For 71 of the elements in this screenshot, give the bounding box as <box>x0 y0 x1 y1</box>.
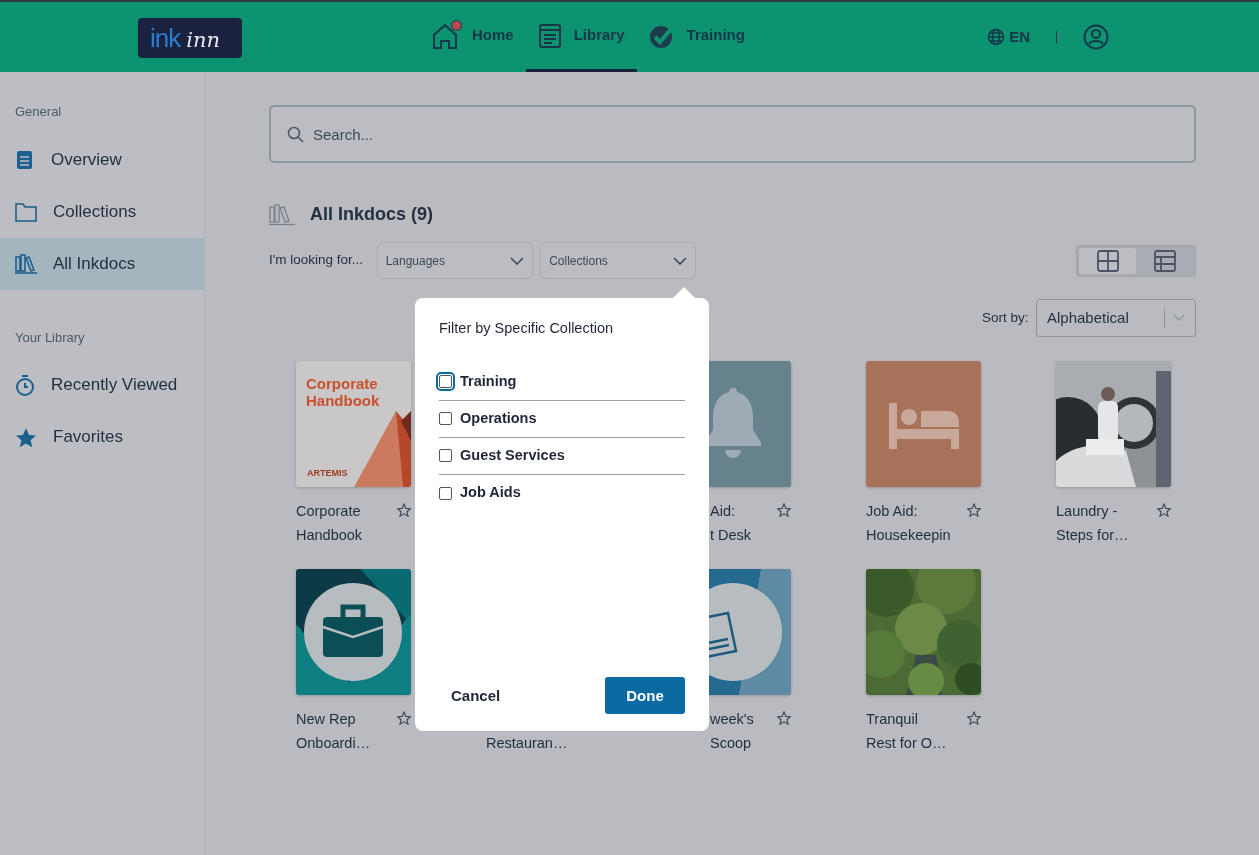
card-title[interactable]: week's <box>710 707 754 731</box>
filter-label: I'm looking for... <box>269 251 364 270</box>
card-title[interactable]: Rest for O… <box>866 731 947 755</box>
card-title[interactable]: t Desk <box>710 523 752 547</box>
checkbox-option[interactable]: Operations <box>439 400 685 438</box>
card-title[interactable]: Aid: <box>710 499 752 523</box>
sidebar-item[interactable]: Overview <box>0 133 204 186</box>
star-icon[interactable] <box>777 503 791 517</box>
chevron-icon <box>509 256 524 265</box>
briefcase-icon <box>304 583 402 681</box>
star-icon <box>15 426 37 448</box>
checkbox[interactable] <box>439 375 452 389</box>
checkbox-option[interactable]: Job Aids <box>439 474 685 512</box>
chevron-icon <box>673 256 688 265</box>
card-title[interactable]: New Rep <box>296 707 371 731</box>
document-icon <box>537 22 562 49</box>
books-icon <box>15 253 37 274</box>
sort-select[interactable]: Alphabetical <box>1036 299 1196 337</box>
sidebar-item[interactable]: Recently Viewed <box>0 359 204 411</box>
card-title[interactable]: Handbook <box>296 523 363 547</box>
logo[interactable]: ink inn <box>138 18 242 58</box>
card-title[interactable]: Job Aid: <box>866 499 951 523</box>
user-icon[interactable] <box>1083 24 1109 50</box>
table-icon <box>1153 249 1176 272</box>
star-icon[interactable] <box>967 503 981 517</box>
card-title[interactable]: Restauran… <box>486 731 568 755</box>
card-title[interactable]: Housekeepin <box>866 523 951 547</box>
cover-thumbnail[interactable] <box>866 361 981 487</box>
folder-icon <box>15 201 37 222</box>
cover-title: Corporate Handbook <box>306 375 381 409</box>
checkbox[interactable] <box>439 412 452 426</box>
star-icon[interactable] <box>777 711 791 725</box>
book-icon <box>15 149 35 170</box>
sidebar-item[interactable]: Collections <box>0 185 204 238</box>
bed-icon <box>889 403 959 449</box>
sort-label: Sort by: <box>981 308 1029 327</box>
grid-view-button[interactable] <box>1079 247 1136 274</box>
cover-brand: ARTEMIS <box>307 466 348 480</box>
stopwatch-icon <box>15 374 35 396</box>
checkbox-option[interactable]: Training <box>439 363 685 401</box>
section-heading: General <box>14 103 63 121</box>
filter-dropdown[interactable]: Languages <box>376 242 533 279</box>
checkbox-option[interactable]: Guest Services <box>439 437 685 475</box>
search-field[interactable]: Search... <box>269 105 1196 163</box>
books-icon <box>269 203 295 226</box>
cover-thumbnail[interactable]: Corporate Handbook ARTEMIS <box>296 361 411 487</box>
popover-title: Filter by Specific Collection <box>439 319 615 338</box>
star-icon[interactable] <box>967 711 981 725</box>
star-icon[interactable] <box>1157 503 1171 517</box>
page-heading: All Inkdocs (9) <box>310 203 434 226</box>
card-title[interactable]: Steps for… <box>1056 523 1129 547</box>
chevron-icon <box>1173 314 1185 322</box>
star-icon[interactable] <box>397 711 411 725</box>
star-icon[interactable] <box>397 503 411 517</box>
checkbox[interactable] <box>439 449 452 463</box>
card-title[interactable]: Corporate <box>296 499 363 523</box>
sidebar-item[interactable]: Favorites <box>0 411 204 463</box>
globe-icon <box>987 28 1006 46</box>
card-title[interactable]: Tranquil <box>866 707 947 731</box>
card-title[interactable]: Laundry - <box>1056 499 1129 523</box>
section-heading: Your Library <box>14 328 86 347</box>
cancel-button[interactable]: Cancel <box>439 676 513 715</box>
checkbox[interactable] <box>439 486 452 500</box>
filter-dropdown[interactable]: Collections <box>540 242 697 279</box>
grid-icon <box>1096 249 1119 272</box>
sidebar-item[interactable]: All Inkdocs <box>0 237 204 290</box>
card-title[interactable]: Scoop <box>710 731 754 755</box>
card-title[interactable]: Onboardi… <box>296 731 371 755</box>
cover-thumbnail[interactable] <box>296 569 411 695</box>
home-icon <box>432 21 460 50</box>
done-button[interactable]: Done <box>605 677 685 715</box>
